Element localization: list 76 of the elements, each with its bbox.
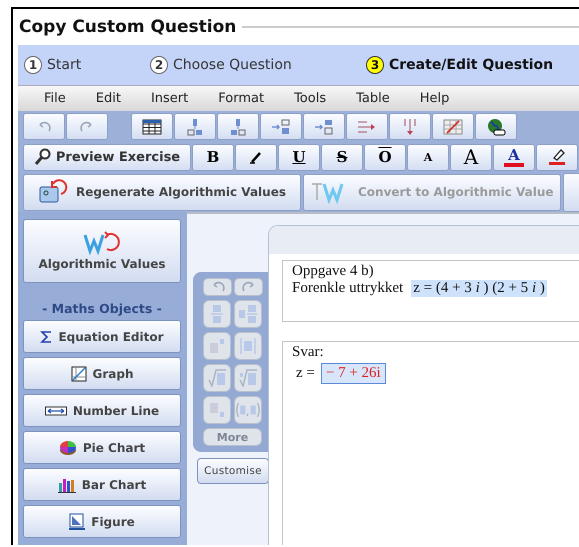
absolute-value-icon	[239, 337, 257, 355]
format-button[interactable]	[235, 144, 277, 170]
insert-column-icon	[271, 118, 291, 134]
maths-object-button[interactable]: Number Line	[23, 394, 181, 427]
menu-item[interactable]: Help	[420, 91, 450, 106]
menu-item[interactable]: Table	[356, 91, 390, 106]
question-text: Forenkle uttrykket	[292, 280, 404, 297]
wizard-step[interactable]: 2 Choose Question	[150, 56, 366, 74]
bar-chart-icon	[58, 476, 76, 492]
format-button[interactable]: B	[192, 144, 234, 170]
answer-prefix: z =	[296, 365, 315, 382]
maths-object-button[interactable]: Equation Editor	[23, 320, 181, 353]
preview-button[interactable]: Preview Exercise	[23, 144, 191, 170]
algorithmic-values-button[interactable]: Algorithmic Values	[23, 219, 181, 283]
sigma-icon	[40, 330, 52, 344]
template-button[interactable]	[234, 332, 262, 360]
format-button[interactable]: A	[407, 144, 449, 170]
menu-item[interactable]: Edit	[96, 91, 121, 106]
menu-item[interactable]: Tools	[294, 91, 326, 106]
math-expression: z = (4 + 3 i ) (2 + 5 i )	[411, 280, 547, 297]
highlighter-icon	[548, 148, 566, 166]
figure-icon	[69, 512, 86, 530]
regenerate-button[interactable]: Regenerate Algorithmic Values	[23, 174, 301, 210]
insert-column-icon	[314, 118, 334, 134]
mixed-fraction-icon	[238, 304, 258, 324]
template-button[interactable]	[203, 332, 231, 360]
template-button[interactable]	[203, 278, 232, 296]
menu-item[interactable]: Insert	[150, 91, 188, 106]
format-button[interactable]: S	[321, 144, 363, 170]
magnifier-icon	[34, 148, 52, 166]
toolbar-button[interactable]	[131, 113, 173, 140]
page-title: Copy Custom Question	[18, 17, 236, 37]
wizard-step[interactable]: 3 Create/Edit Question	[366, 56, 554, 74]
redo-icon	[240, 281, 256, 293]
insert-row-icon	[186, 118, 204, 136]
number-line-icon	[44, 406, 67, 416]
menu-item[interactable]: File	[44, 91, 66, 106]
template-button[interactable]	[234, 300, 262, 328]
superscript-icon	[209, 338, 225, 354]
format-button[interactable]: O	[364, 144, 406, 170]
maths-object-button[interactable]: Pie Chart	[23, 431, 181, 464]
italic-icon	[249, 150, 263, 164]
template-button[interactable]	[203, 396, 231, 424]
template-button[interactable]	[234, 396, 262, 424]
template-button[interactable]	[203, 364, 231, 392]
template-button[interactable]	[234, 278, 263, 296]
answer-label: Svar:	[292, 344, 325, 361]
toolbar-button[interactable]	[475, 113, 517, 140]
globe-icon	[486, 118, 506, 136]
format-button[interactable]: A	[450, 144, 492, 170]
subscript-icon	[209, 402, 225, 418]
question-heading: Oppgave 4 b)	[292, 263, 375, 280]
insert-row-icon	[229, 118, 247, 136]
table-icon	[142, 118, 162, 134]
regenerate-icon	[38, 179, 68, 205]
format-button[interactable]: U	[278, 144, 320, 170]
maths-object-button[interactable]: Bar Chart	[23, 468, 181, 501]
template-button[interactable]	[234, 364, 262, 392]
section-heading: - Maths Objects -	[41, 301, 163, 316]
delete-table-icon	[443, 118, 463, 134]
customise-button[interactable]: Customise	[197, 458, 269, 484]
square-root-icon	[208, 369, 226, 387]
menu-item[interactable]: Format	[218, 91, 264, 106]
graph-icon	[70, 366, 86, 382]
maths-object-button[interactable]: Graph	[23, 357, 181, 390]
coordinate-icon	[235, 401, 261, 419]
fraction-icon	[210, 304, 224, 324]
answer-field[interactable]: − 7 + 26i	[320, 363, 386, 384]
nth-root-icon	[239, 369, 257, 387]
pie-chart-icon	[58, 440, 77, 456]
format-button[interactable]	[536, 144, 578, 170]
wizard-step[interactable]: 1 Start	[24, 56, 150, 74]
format-button[interactable]: A	[493, 144, 535, 170]
template-button[interactable]	[203, 300, 231, 328]
maths-object-button[interactable]: Figure	[23, 505, 181, 538]
algorithmic-values-icon	[83, 231, 121, 255]
